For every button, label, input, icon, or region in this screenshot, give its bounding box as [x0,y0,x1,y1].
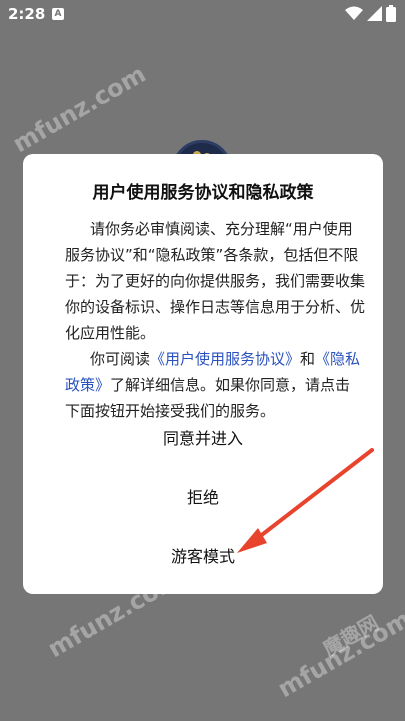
paragraph-1-text: 请你务必审慎阅读、充分理解“用户使用服务协议”和“隐私政策”各条款，包括但不限于… [65,220,366,342]
agree-button[interactable]: 同意并进入 [23,424,383,454]
service-agreement-link[interactable]: 《用户使用服务协议》 [150,350,300,368]
paragraph-2-prefix: 你可阅读 [90,350,151,368]
wifi-icon [345,6,363,20]
watermark-site-1: mfunz.com [7,59,151,159]
notification-icon: A [52,8,64,20]
dialog-body: 请你务必审慎阅读、充分理解“用户使用服务协议”和“隐私政策”各条款，包括但不限于… [65,216,365,424]
dialog-title: 用户使用服务协议和隐私政策 [92,183,314,203]
signal-icon [367,6,382,21]
guest-mode-button[interactable]: 游客模式 [23,542,383,572]
status-time: 2:28 [8,5,46,23]
dialog-paragraph-2: 你可阅读《用户使用服务协议》和《隐私政策》了解详细信息。如果你同意，请点击下面按… [65,346,365,424]
paragraph-2-and: 和 [300,350,316,368]
status-bar: 2:28 A [0,0,405,28]
dialog-paragraph-1: 请你务必审慎阅读、充分理解“用户使用服务协议”和“隐私政策”各条款，包括但不限于… [65,216,365,346]
battery-icon [386,5,396,22]
privacy-dialog: 用户使用服务协议和隐私政策 请你务必审慎阅读、充分理解“用户使用服务协议”和“隐… [23,154,383,594]
reject-button[interactable]: 拒绝 [23,483,383,513]
